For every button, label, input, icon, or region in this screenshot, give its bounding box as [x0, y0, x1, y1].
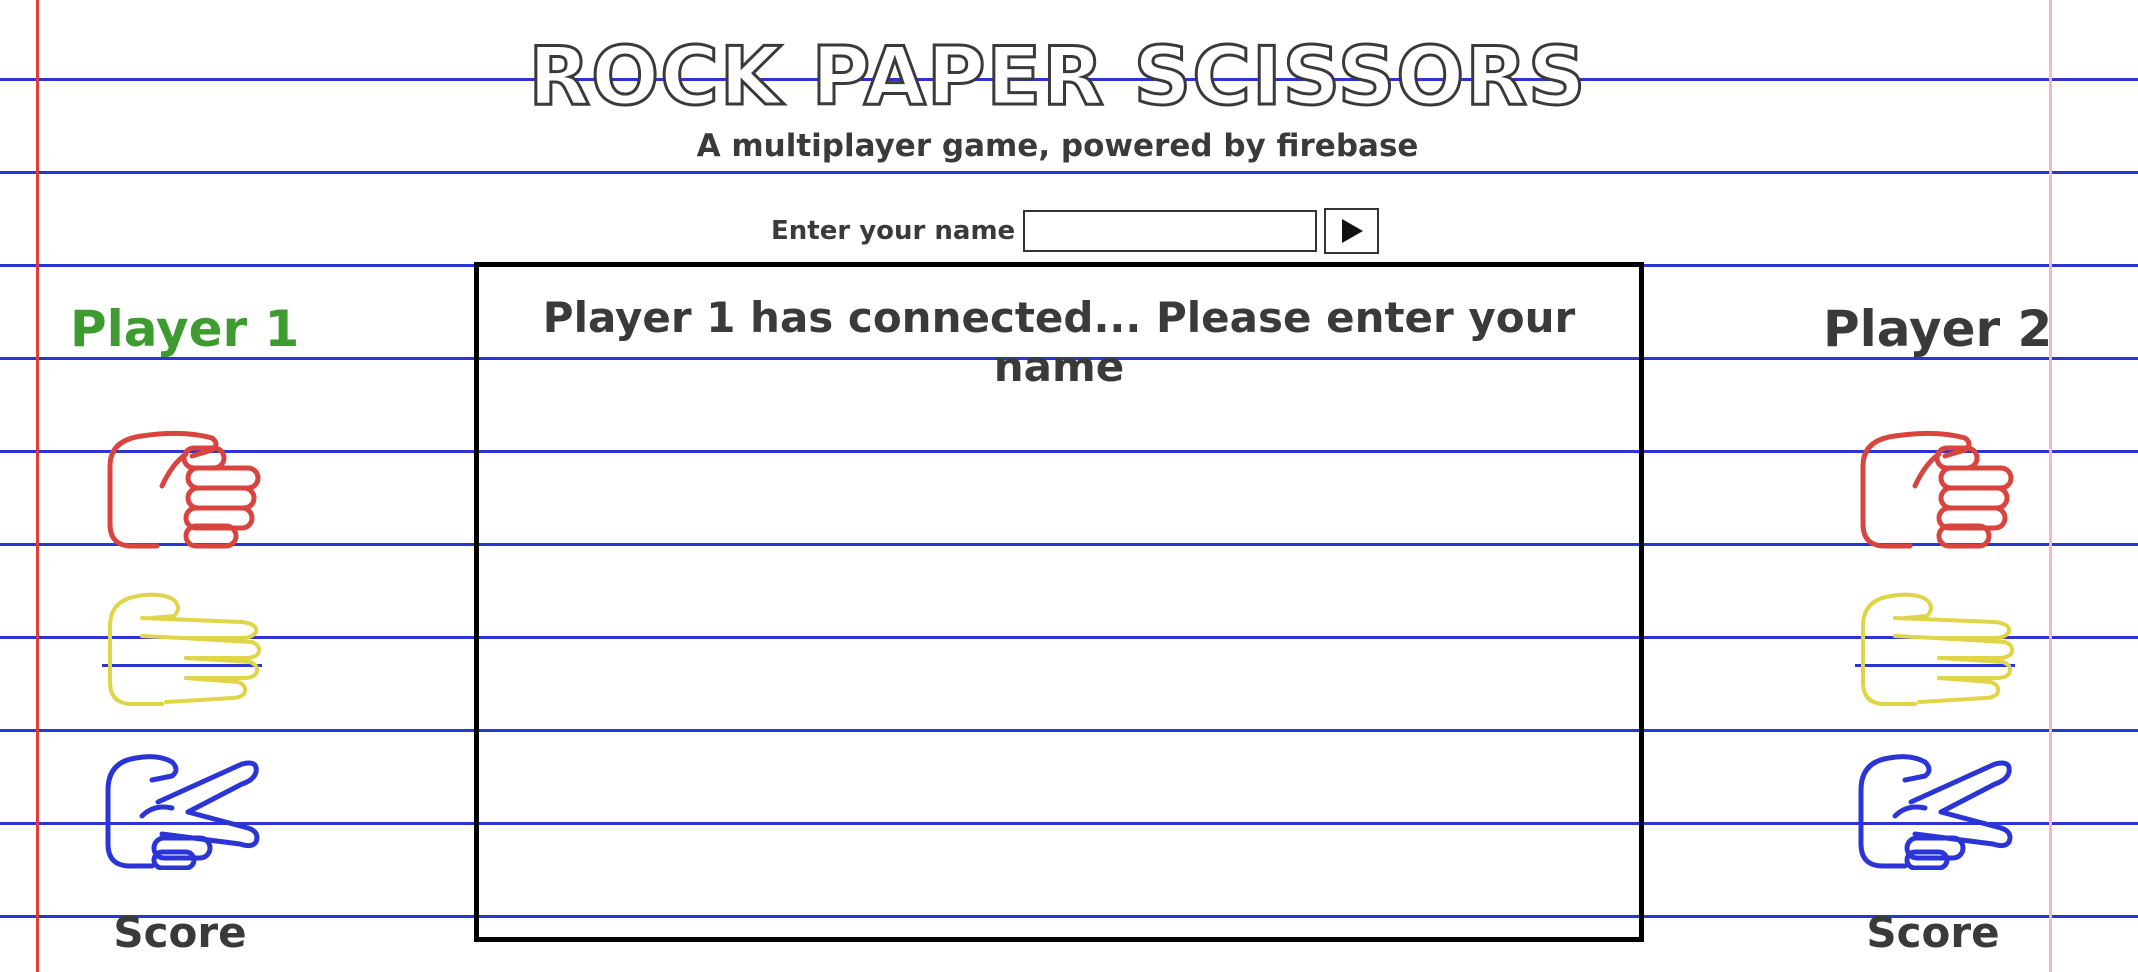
page-title: ROCK PAPER SCISSORS — [527, 29, 1587, 125]
player-2-name: Player 2 — [1823, 300, 2053, 358]
submit-name-button[interactable] — [1324, 208, 1380, 254]
name-input[interactable] — [1023, 210, 1318, 252]
scissors-hand-icon — [105, 754, 260, 870]
game-message-box: Player 1 has connected... Please enter y… — [474, 262, 1644, 942]
player-1-paper-choice[interactable] — [102, 586, 262, 710]
player-2-paper-choice[interactable] — [1855, 586, 2015, 710]
player-2-panel: Player 2 Score — [1823, 300, 2053, 957]
play-icon — [1341, 219, 1363, 243]
player-2-score-label: Score — [1866, 908, 2000, 957]
player-1-rock-choice[interactable] — [102, 426, 262, 550]
player-1-score-label: Score — [113, 908, 247, 957]
player-1-name: Player 1 — [70, 300, 300, 358]
paper-hand-icon — [1861, 592, 2015, 706]
name-label: Enter your name — [771, 216, 1016, 246]
player-2-rock-choice[interactable] — [1855, 426, 2015, 550]
player-2-scissors-choice[interactable] — [1855, 746, 2015, 870]
rock-hand-icon — [107, 430, 261, 549]
paper-hand-icon — [108, 592, 262, 706]
name-form: Enter your name — [771, 207, 1380, 255]
rock-hand-icon — [1860, 430, 2014, 549]
player-1-scissors-choice[interactable] — [102, 746, 262, 870]
game-status-message: Player 1 has connected... Please enter y… — [542, 293, 1576, 391]
player-1-panel: Player 1 Score — [70, 300, 300, 957]
page-subtitle: A multiplayer game, powered by firebase — [696, 128, 1419, 164]
scissors-hand-icon — [1858, 754, 2013, 870]
